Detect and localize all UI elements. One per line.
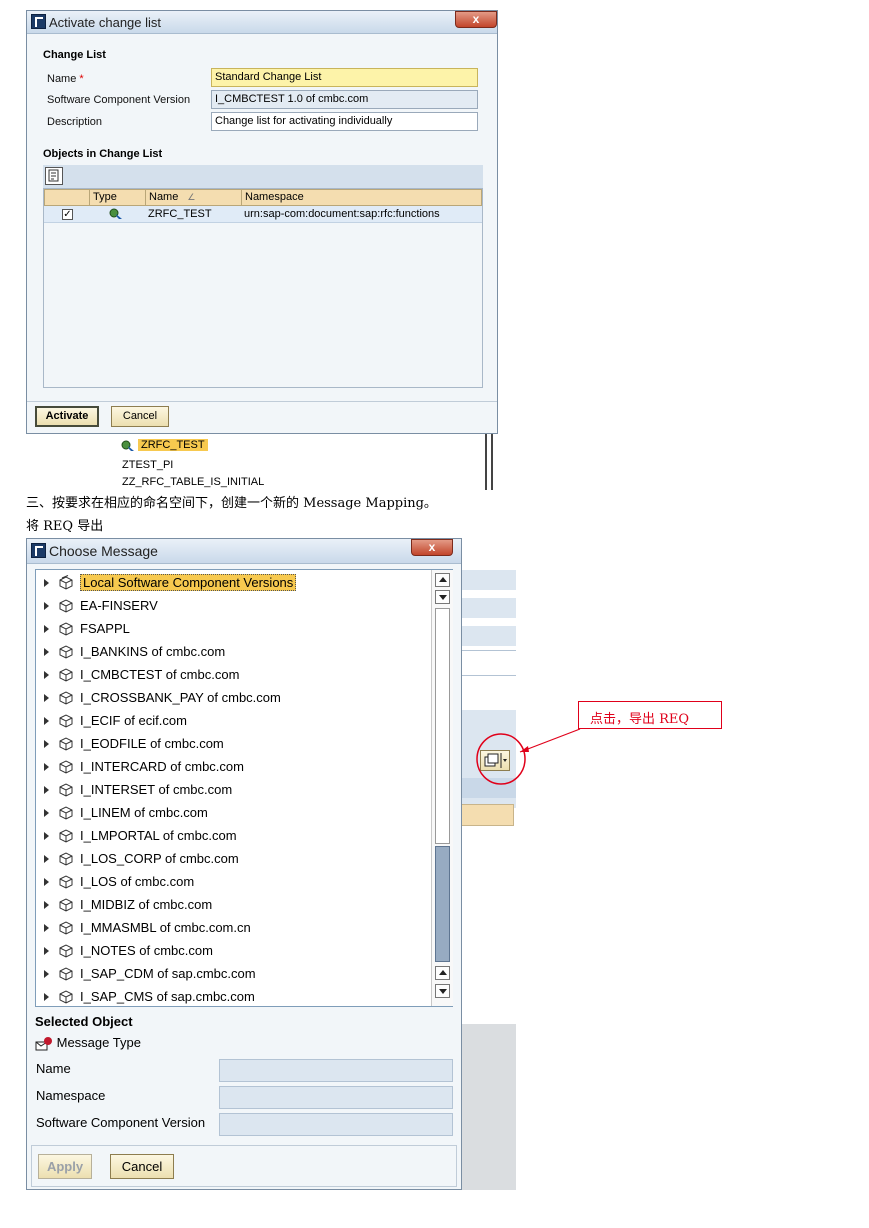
annotation-overlay — [476, 728, 581, 785]
highlight-circle — [476, 733, 526, 785]
annotation-arrow-line — [519, 728, 581, 753]
annotation-callout: 点击，导出 REQ — [578, 701, 722, 729]
annotation-text: 点击，导出 REQ — [590, 712, 690, 727]
